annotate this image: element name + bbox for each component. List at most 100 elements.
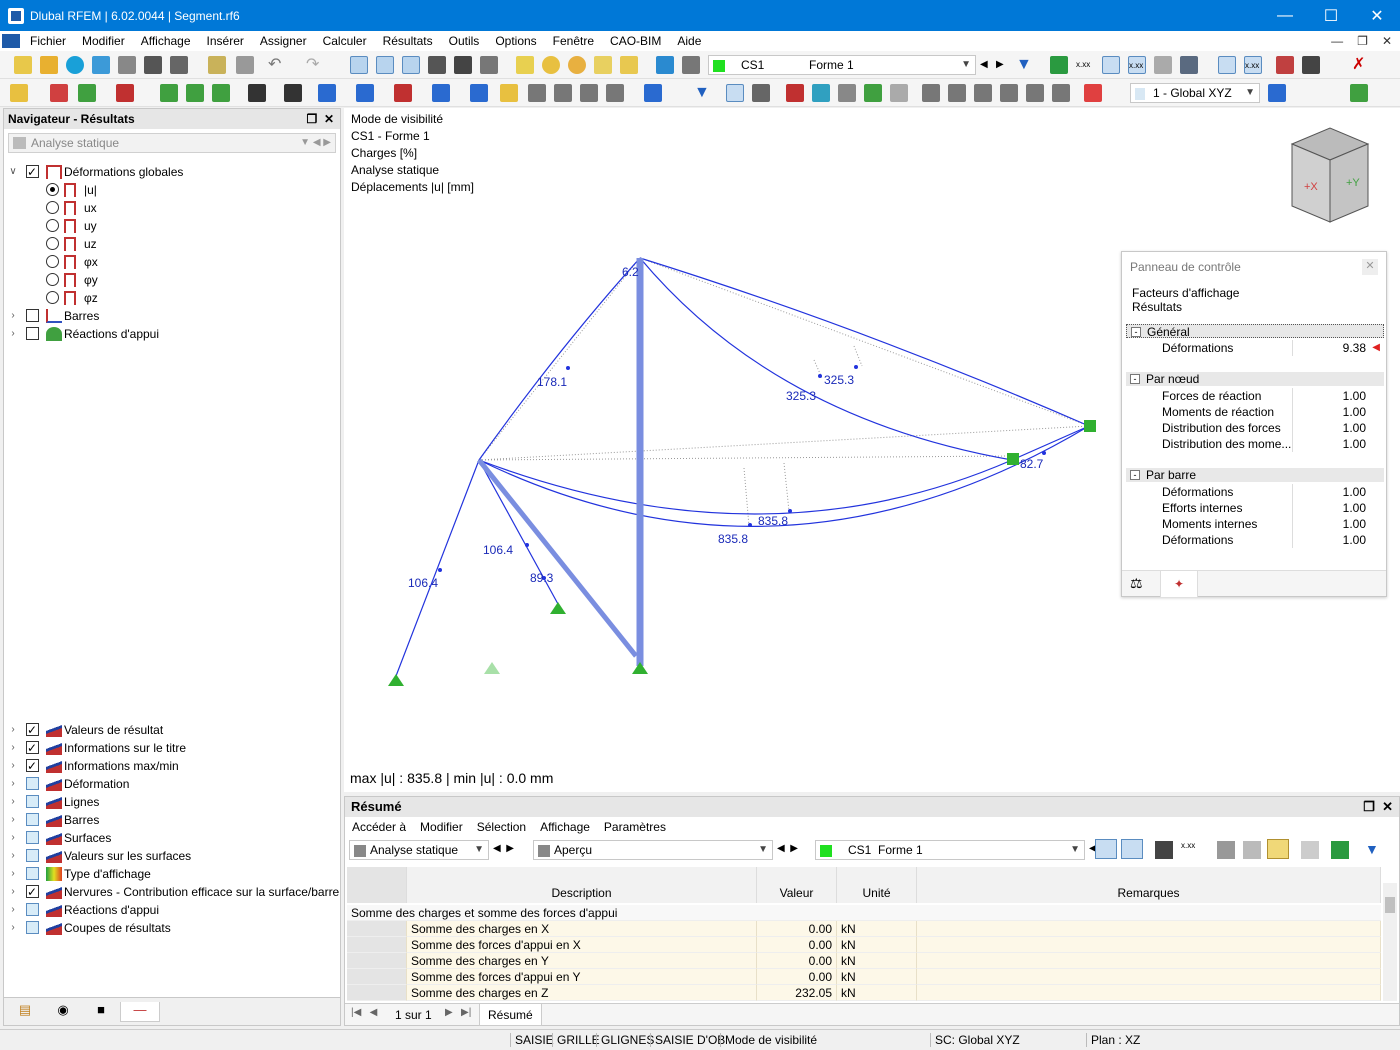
report-icon[interactable]	[208, 56, 226, 74]
menu-affichage[interactable]: Affichage	[133, 31, 199, 51]
filter-selection-icon[interactable]	[1095, 839, 1117, 859]
table-columns-icon[interactable]	[1217, 841, 1235, 859]
panel-icon[interactable]	[402, 56, 420, 74]
summary-menu-acceder[interactable]: Accéder à	[345, 817, 413, 837]
grid-icon[interactable]	[1302, 56, 1320, 74]
phix-radio[interactable]	[46, 255, 59, 268]
chevron-right-icon[interactable]: ›	[8, 739, 18, 757]
summary-view-arrows-icon[interactable]: ◀ ▶	[777, 843, 798, 854]
surface-icon[interactable]	[116, 84, 134, 102]
sync-selection-icon[interactable]	[1121, 839, 1143, 859]
display-option-checkbox[interactable]	[26, 921, 39, 934]
results-icon[interactable]	[656, 56, 674, 74]
row-general-deformations[interactable]: Déformations 9.38 ◀	[1162, 340, 1384, 356]
section-member[interactable]: - Par barre	[1126, 468, 1384, 482]
measure-icon[interactable]	[644, 84, 662, 102]
display-option-checkbox[interactable]	[26, 883, 39, 901]
summary-analysis-select[interactable]: Analyse statique ▼	[349, 840, 489, 860]
row-value[interactable]: 1.00	[1343, 436, 1366, 452]
contour-icon[interactable]	[812, 84, 830, 102]
collapse-icon[interactable]: -	[1131, 327, 1141, 337]
table-row[interactable]: Somme des forces d'appui en Y 0.00 kN	[347, 969, 1381, 985]
row-node-2[interactable]: Moments de réaction 1.00	[1162, 404, 1384, 420]
chevron-right-icon[interactable]: ›	[8, 775, 18, 793]
first-page-icon[interactable]: |◀ ◀	[351, 1007, 377, 1018]
chevron-right-icon[interactable]: ›	[8, 307, 18, 325]
console-icon[interactable]	[428, 56, 446, 74]
collapse-icon[interactable]: -	[1130, 470, 1140, 480]
snap-icon[interactable]	[500, 84, 518, 102]
balance-icon[interactable]: ⚖	[1130, 575, 1143, 592]
table-scrollbar[interactable]	[1383, 883, 1397, 1001]
table-rows-icon[interactable]	[1243, 841, 1261, 859]
reactions-checkbox[interactable]	[26, 327, 39, 340]
table-filter-icon[interactable]: ▼	[1365, 841, 1383, 859]
control-panel-close-icon[interactable]: ✕	[1362, 259, 1378, 275]
solid-icon[interactable]	[838, 84, 856, 102]
support-icon[interactable]	[160, 84, 178, 102]
ux-radio[interactable]	[46, 201, 59, 214]
comment-icon[interactable]	[594, 56, 612, 74]
rotate-icon[interactable]	[356, 84, 374, 102]
member-icon[interactable]	[78, 84, 96, 102]
filter-icon[interactable]: ▼	[1016, 56, 1034, 74]
chevron-right-icon[interactable]: ›	[8, 883, 18, 901]
view-tab-icon[interactable]: ◉	[48, 1002, 78, 1022]
summary-close-icon[interactable]: ❐ ✕	[1363, 797, 1393, 817]
results-compare-icon[interactable]	[682, 56, 700, 74]
color-scale-icon[interactable]	[1084, 84, 1102, 102]
table-row[interactable]: Somme des charges en Z 232.05 kN	[347, 985, 1381, 1001]
table-row[interactable]: Somme des charges en Y 0.00 kN	[347, 953, 1381, 969]
menu-inserer[interactable]: Insérer	[199, 31, 252, 51]
load-case-select[interactable]: CS1 Forme 1 ▼	[708, 55, 976, 75]
cloud-icon[interactable]	[66, 56, 84, 74]
align-2-icon[interactable]	[948, 84, 966, 102]
row-member-4[interactable]: Déformations 1.00	[1162, 532, 1384, 548]
analysis-type-select[interactable]: Analyse statique ▼ ◀ ▶	[8, 133, 336, 153]
align-5-icon[interactable]	[1026, 84, 1044, 102]
chevron-right-icon[interactable]: ›	[8, 757, 18, 775]
summary-nav-arrows-icon[interactable]: ◀ ▶	[493, 843, 514, 854]
extend-icon[interactable]	[606, 84, 624, 102]
chevron-right-icon[interactable]: ›	[8, 901, 18, 919]
chevron-right-icon[interactable]: ›	[8, 865, 18, 883]
row-value[interactable]: 9.38	[1343, 340, 1366, 356]
chevron-right-icon[interactable]: ›	[8, 829, 18, 847]
scrollbar-thumb[interactable]	[1385, 897, 1395, 913]
print-preview-icon[interactable]	[118, 56, 136, 74]
row-value[interactable]: 1.00	[1343, 404, 1366, 420]
menu-cao-bim[interactable]: CAO-BIM	[602, 31, 669, 51]
chevron-right-icon[interactable]: ›	[8, 721, 18, 739]
menu-aide[interactable]: Aide	[669, 31, 709, 51]
display-option-checkbox[interactable]	[26, 831, 39, 844]
menu-calculer[interactable]: Calculer	[315, 31, 375, 51]
intersect-icon[interactable]	[554, 84, 572, 102]
table-row[interactable]: Somme des forces d'appui en X 0.00 kN	[347, 937, 1381, 953]
coordinate-icon[interactable]	[284, 84, 302, 102]
chevron-right-icon[interactable]: ›	[8, 847, 18, 865]
display-option-checkbox[interactable]	[26, 777, 39, 790]
mdi-close-icon[interactable]: ✕	[1382, 31, 1392, 51]
row-member-2[interactable]: Efforts internes 1.00	[1162, 500, 1384, 516]
factors-tab-icon[interactable]: ✦	[1160, 571, 1198, 597]
mirror-icon[interactable]	[394, 84, 412, 102]
menu-assigner[interactable]: Assigner	[252, 31, 315, 51]
data-tab-icon[interactable]: ▤	[10, 1002, 40, 1022]
menu-fichier[interactable]: Fichier	[22, 31, 74, 51]
row-node-1[interactable]: Forces de réaction 1.00	[1162, 388, 1384, 404]
render-icon[interactable]	[1180, 56, 1198, 74]
menu-options[interactable]: Options	[487, 31, 544, 51]
display-option-checkbox[interactable]	[26, 867, 39, 880]
show-icon[interactable]	[1218, 56, 1236, 74]
funnel-icon[interactable]: ▼	[694, 84, 712, 102]
summary-load-case-select[interactable]: CS1 Forme 1 ▼	[815, 840, 1085, 860]
section-general[interactable]: - Général	[1126, 324, 1384, 339]
summary-menu-parametres[interactable]: Paramètres	[597, 817, 673, 837]
document-icon-2[interactable]	[236, 56, 254, 74]
frame-icon[interactable]	[726, 84, 744, 102]
coordinate-system-select[interactable]: 1 - Global XYZ ▼	[1130, 83, 1260, 103]
last-page-icon[interactable]: ▶ ▶|	[445, 1007, 471, 1018]
view-cube[interactable]: +X +Y	[1290, 127, 1370, 223]
menu-fenetre[interactable]: Fenêtre	[545, 31, 602, 51]
mdi-minimize-icon[interactable]: —	[1331, 31, 1343, 51]
